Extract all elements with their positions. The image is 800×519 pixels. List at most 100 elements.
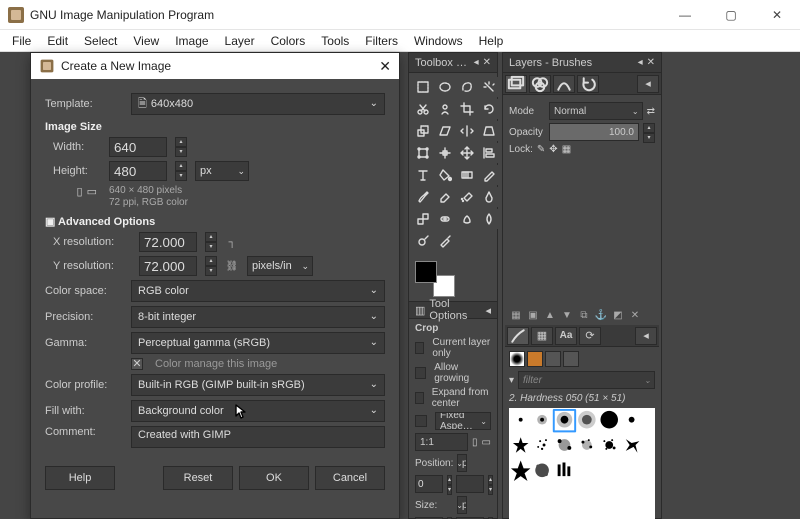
tool-bucket-fill[interactable]: [435, 165, 455, 185]
opacity-slider[interactable]: 100.0: [549, 123, 639, 141]
tool-rect-select[interactable]: [413, 77, 433, 97]
menu-file[interactable]: File: [4, 32, 39, 50]
yres-spinner[interactable]: ▴▾: [205, 256, 217, 276]
tool-free-select[interactable]: [457, 77, 477, 97]
yres-input[interactable]: [139, 256, 197, 276]
brush-preview-swatch[interactable]: [509, 351, 525, 367]
profile-dropdown[interactable]: Built-in RGB (GIMP built-in sRGB)⌄: [131, 374, 385, 396]
raise-layer-icon[interactable]: ▲: [543, 310, 557, 321]
tool-pencil[interactable]: [479, 165, 499, 185]
resolution-unit-dropdown[interactable]: pixels/in ⌄: [247, 256, 313, 276]
portrait-icon[interactable]: ▯: [77, 185, 83, 198]
tool-smudge[interactable]: [457, 209, 477, 229]
size-unit-dropdown[interactable]: px⌄: [457, 496, 467, 514]
position-unit-dropdown[interactable]: px⌄: [457, 454, 467, 472]
menu-tools[interactable]: Tools: [313, 32, 357, 50]
tab-paths[interactable]: [553, 75, 575, 93]
tool-eraser[interactable]: [435, 187, 455, 207]
landscape-icon[interactable]: ▭: [482, 437, 491, 448]
duplicate-layer-icon[interactable]: ⧉: [577, 310, 591, 321]
tab-menu-button[interactable]: ◂: [637, 75, 659, 93]
tool-perspective[interactable]: [479, 121, 499, 141]
help-button[interactable]: Help: [45, 466, 115, 490]
tool-fuzzy-select[interactable]: [479, 77, 499, 97]
menu-filters[interactable]: Filters: [357, 32, 406, 50]
close-button[interactable]: ✕: [754, 0, 800, 30]
tool-handle-transform[interactable]: [435, 143, 455, 163]
panel-close-icon[interactable]: ✕: [483, 57, 491, 68]
tool-ink[interactable]: [479, 187, 499, 207]
menu-view[interactable]: View: [125, 32, 167, 50]
aspect-ratio-field[interactable]: 1:1: [415, 433, 468, 451]
brush-filter-input[interactable]: filter⌄: [518, 371, 655, 389]
tab-patterns[interactable]: ▦: [531, 327, 553, 345]
menu-windows[interactable]: Windows: [406, 32, 471, 50]
fill-dropdown[interactable]: Background color⌄: [131, 400, 385, 422]
landscape-icon[interactable]: ▭: [87, 185, 97, 198]
height-input[interactable]: [109, 161, 167, 181]
tool-unified-transform[interactable]: [413, 143, 433, 163]
delete-layer-icon[interactable]: ✕: [628, 310, 642, 321]
color-manage-checkbox[interactable]: ✕: [131, 358, 143, 370]
new-layer-icon[interactable]: ▦: [509, 310, 523, 321]
tab-fonts[interactable]: Aa: [555, 327, 577, 345]
position-x-spinner[interactable]: ▴▾: [447, 475, 452, 493]
chain-link-icon[interactable]: ⛓: [226, 261, 239, 272]
tab-history[interactable]: ⟳: [579, 327, 601, 345]
merge-layer-icon[interactable]: ⚓: [594, 310, 608, 321]
height-spinner[interactable]: ▴▾: [175, 161, 187, 181]
comment-field[interactable]: Created with GIMP: [131, 426, 385, 448]
reset-button[interactable]: Reset: [163, 466, 233, 490]
tool-scissors[interactable]: [413, 99, 433, 119]
minimize-button[interactable]: —: [662, 0, 708, 30]
mode-dropdown[interactable]: Normal⌄: [549, 102, 643, 120]
tool-paintbrush[interactable]: [413, 187, 433, 207]
gamma-dropdown[interactable]: Perceptual gamma (sRGB)⌄: [131, 332, 385, 354]
menu-layer[interactable]: Layer: [217, 32, 263, 50]
advanced-options-toggle[interactable]: Advanced Options: [45, 215, 385, 228]
menu-image[interactable]: Image: [167, 32, 216, 50]
tab-layers[interactable]: [505, 75, 527, 93]
dialog-titlebar[interactable]: Create a New Image ✕: [31, 53, 399, 79]
fg-bg-colors[interactable]: [415, 261, 455, 297]
tool-options-header[interactable]: ▥ Tool Options ◂: [409, 301, 497, 319]
panel-menu-icon[interactable]: ◂: [474, 57, 479, 68]
brush-view-list-icon[interactable]: [563, 351, 579, 367]
position-x-input[interactable]: [415, 475, 443, 493]
menu-colors[interactable]: Colors: [263, 32, 314, 50]
brush-edit-icon[interactable]: [527, 351, 543, 367]
width-input[interactable]: [109, 137, 167, 157]
tool-scale[interactable]: [413, 121, 433, 141]
layer-group-icon[interactable]: ▣: [526, 310, 540, 321]
expand-center-checkbox[interactable]: [415, 392, 424, 404]
tool-flip[interactable]: [457, 121, 477, 141]
xres-input[interactable]: [139, 232, 197, 252]
menu-edit[interactable]: Edit: [39, 32, 76, 50]
panel-menu-icon[interactable]: ◂: [638, 57, 643, 68]
tool-move[interactable]: [457, 143, 477, 163]
maximize-button[interactable]: ▢: [708, 0, 754, 30]
fixed-aspect-checkbox[interactable]: [415, 415, 427, 427]
fixed-aspect-dropdown[interactable]: Fixed Aspe…⌄: [435, 412, 491, 430]
tool-rotate[interactable]: [479, 99, 499, 119]
lock-move-icon[interactable]: ✥: [549, 144, 557, 155]
tool-heal[interactable]: [435, 209, 455, 229]
tab-channels[interactable]: [529, 75, 551, 93]
opacity-spinner[interactable]: ▴▾: [643, 123, 655, 141]
menu-help[interactable]: Help: [471, 32, 512, 50]
brush-grid[interactable]: [509, 408, 655, 519]
tool-shear[interactable]: [435, 121, 455, 141]
panel-close-icon[interactable]: ✕: [647, 57, 655, 68]
tool-align[interactable]: [479, 143, 499, 163]
width-spinner[interactable]: ▴▾: [175, 137, 187, 157]
tool-ellipse-select[interactable]: [435, 77, 455, 97]
tool-airbrush[interactable]: [457, 187, 477, 207]
tool-color-picker[interactable]: [435, 231, 455, 251]
tool-text[interactable]: [413, 165, 433, 185]
mode-swap-icon[interactable]: ⇄: [647, 106, 655, 117]
precision-dropdown[interactable]: 8-bit integer⌄: [131, 306, 385, 328]
position-y-input[interactable]: [456, 475, 484, 493]
menu-select[interactable]: Select: [76, 32, 125, 50]
tool-foreground-select[interactable]: [435, 99, 455, 119]
dialog-close-button[interactable]: ✕: [379, 58, 391, 75]
